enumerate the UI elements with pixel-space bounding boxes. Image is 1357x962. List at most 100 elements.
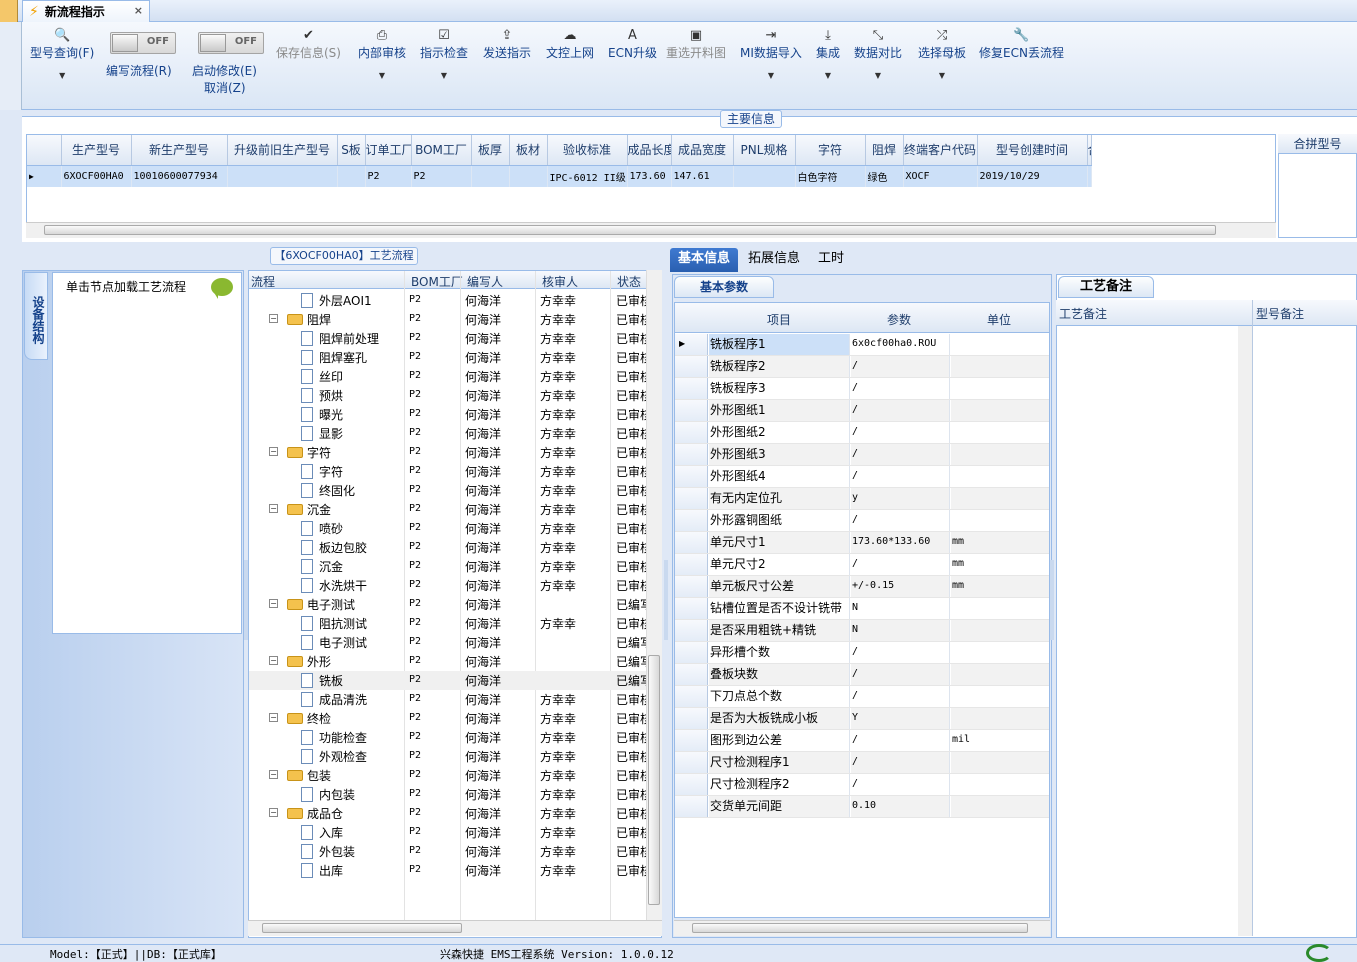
notes-vscrollbar[interactable] [1238,326,1252,936]
param-item-cell[interactable]: 下刀点总个数 [709,686,850,707]
process-row[interactable]: 终固化 P2 何海洋 方幸幸 已审核 [249,481,649,500]
main-col-header[interactable]: 终端客户代码 [903,135,978,166]
param-row[interactable]: 尺寸检测程序1/ [675,752,1049,774]
main-info-hscroll-thumb[interactable] [44,225,1216,235]
collapse-toggle-icon[interactable]: − [269,656,278,665]
param-value-cell[interactable]: / [851,378,950,399]
param-item-cell[interactable]: 交货单元间距 [709,796,850,817]
param-row[interactable]: 叠板块数 / [675,664,1049,686]
main-cell[interactable]: 173.60 [627,165,672,187]
tab-basic-info[interactable]: 基本信息 [670,248,739,272]
collapse-toggle-icon[interactable]: − [269,314,278,323]
process-row[interactable]: − 成品仓 P2 何海洋 方幸幸 已审核 [249,804,649,823]
param-value-cell[interactable]: / [851,752,950,773]
doc-control-online-button[interactable]: ☁ 文控上网 [546,28,594,61]
process-node[interactable]: 沉金 [301,558,343,575]
process-row[interactable]: 沉金 P2 何海洋 方幸幸 已审核 [249,557,649,576]
process-node[interactable]: 喷砂 [301,520,343,537]
collapse-toggle-icon[interactable]: − [269,770,278,779]
param-item-cell[interactable]: 图形到边公差 [709,730,850,751]
repair-ecn-flow-button[interactable]: 🔧 修复ECN丢流程 [979,28,1064,61]
process-notes-input[interactable] [1058,328,1236,934]
param-value-cell[interactable]: / [851,400,950,421]
param-item-cell[interactable]: 外形图纸1 [709,400,850,421]
collapsed-side-tab[interactable] [0,0,18,22]
param-item-cell[interactable]: 单元尺寸2 [709,554,850,575]
param-unit-cell[interactable] [951,598,1049,619]
chevron-down-icon[interactable]: ▼ [441,71,447,80]
process-node[interactable]: 终检 [287,710,331,727]
param-row[interactable]: 有无内定位孔 y [675,488,1049,510]
process-row[interactable]: 板边包胶 P2 何海洋 方幸幸 已审核 [249,538,649,557]
param-row[interactable]: 铣板程序3/ [675,378,1049,400]
process-node[interactable]: 预烘 [301,387,343,404]
param-row[interactable]: 单元尺寸2/mm [675,554,1049,576]
param-row[interactable]: 外形图纸3/ [675,444,1049,466]
param-value-cell[interactable]: / [851,510,950,531]
tab-work-hours[interactable]: 工时 [810,248,852,272]
collapse-toggle-icon[interactable]: − [269,808,278,817]
main-cell[interactable]: 10010600077934 [131,165,228,187]
param-value-cell[interactable]: N [851,598,950,619]
process-node[interactable]: 终固化 [301,482,355,499]
process-node[interactable]: 出库 [301,862,343,879]
process-node[interactable]: 外层AOI1 [301,292,372,309]
param-row[interactable]: 铣板程序2/ [675,356,1049,378]
process-node[interactable]: 字符 [287,444,331,461]
main-col-header[interactable]: 成品宽度 [671,135,734,166]
process-node[interactable]: 铣板 [301,672,343,689]
main-cell[interactable] [1087,165,1092,187]
process-node[interactable]: 水洗烘干 [301,577,367,594]
process-row[interactable]: 阻焊前处理 P2 何海洋 方幸幸 已审核 [249,329,649,348]
param-value-cell[interactable]: 6x0cf00ha0.ROU [851,334,950,355]
main-col-header[interactable]: 合 [1087,135,1092,166]
main-col-header[interactable]: PNL规格 [733,135,796,166]
tab-equipment-structure[interactable]: 设备结构 [24,272,48,360]
process-row[interactable]: − 包装 P2 何海洋 方幸幸 已审核 [249,766,649,785]
process-row[interactable]: 入库 P2 何海洋 方幸幸 已审核 [249,823,649,842]
main-col-header[interactable]: 生产型号 [61,135,132,166]
col-param[interactable]: 参数 [887,311,911,328]
process-row[interactable]: 外观检查 P2 何海洋 方幸幸 已审核 [249,747,649,766]
param-item-cell[interactable]: 钻槽位置是否不设计铣带 [709,598,850,619]
main-col-header[interactable]: BOM工厂 [411,135,472,166]
param-item-cell[interactable]: 叠板块数 [709,664,850,685]
param-value-cell[interactable]: y [851,488,950,509]
param-item-cell[interactable]: 是否采用粗铣+精铣 [709,620,850,641]
param-unit-cell[interactable]: mil [951,730,1049,751]
main-col-header[interactable]: 升级前旧生产型号 [227,135,338,166]
param-unit-cell[interactable] [951,620,1049,641]
process-vscroll-thumb[interactable] [648,655,660,905]
process-node[interactable]: 电子测试 [301,634,367,651]
param-value-cell[interactable]: / [851,686,950,707]
save-info-button[interactable]: ✔ 保存信息(S) [276,28,341,61]
param-item-cell[interactable]: 单元尺寸1 [709,532,850,553]
main-cell[interactable] [227,165,338,187]
param-hscroll-thumb[interactable] [692,923,1028,933]
chevron-down-icon[interactable]: ▼ [379,71,385,80]
param-value-cell[interactable]: / [851,444,950,465]
param-item-cell[interactable]: 尺寸检测程序1 [709,752,850,773]
process-node[interactable]: 阻抗测试 [301,615,367,632]
internal-review-button[interactable]: ⎙ 内部审核 ▼ [358,28,406,80]
param-item-cell[interactable]: 铣板程序3 [709,378,850,399]
main-col-header[interactable]: 成品长度 [627,135,672,166]
reselect-cutting-chart-button[interactable]: ▣ 重选开料图 [666,28,726,61]
param-item-cell[interactable]: 外形图纸2 [709,422,850,443]
process-row[interactable]: − 终检 P2 何海洋 方幸幸 已审核 [249,709,649,728]
process-row[interactable]: − 字符 P2 何海洋 方幸幸 已审核 [249,443,649,462]
main-col-header[interactable]: 阻焊 [865,135,904,166]
param-unit-cell[interactable] [951,488,1049,509]
param-row[interactable]: 图形到边公差 / mil [675,730,1049,752]
param-unit-cell[interactable] [951,356,1049,377]
col-unit[interactable]: 单位 [987,311,1011,328]
basic-params-title[interactable]: 基本参数 [674,276,774,298]
param-item-cell[interactable]: 外形图纸4 [709,466,850,487]
param-value-cell[interactable]: / [851,356,950,377]
param-row[interactable]: 尺寸检测程序2/ [675,774,1049,796]
process-row[interactable]: 字符 P2 何海洋 方幸幸 已审核 [249,462,649,481]
main-cell[interactable]: IPC-6012 II级 [547,165,628,187]
data-compare-button[interactable]: ⤡ 数据对比 ▼ [854,28,902,80]
edit-flow-toggle[interactable]: OFF [110,32,176,54]
process-row[interactable]: 成品清洗 P2 何海洋 方幸幸 已审核 [249,690,649,709]
